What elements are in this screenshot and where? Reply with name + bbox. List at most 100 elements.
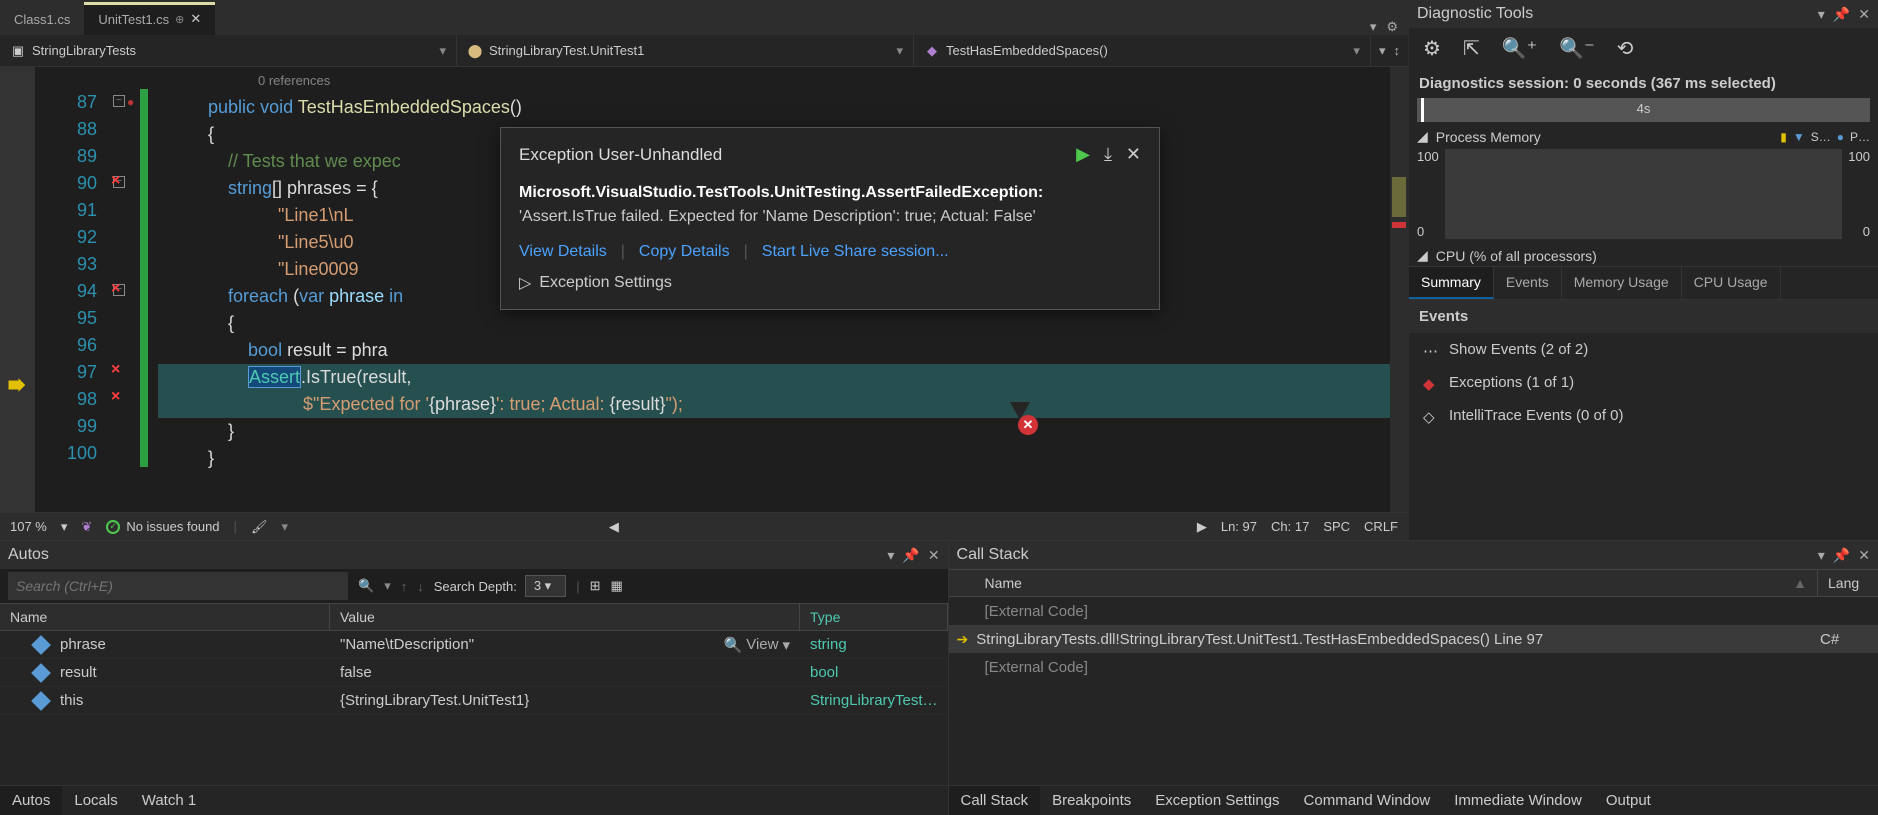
editor-scrollbar[interactable] xyxy=(1390,67,1408,512)
stack-frame-external[interactable]: [External Code] xyxy=(949,653,1878,681)
col-value[interactable]: Value xyxy=(330,604,800,630)
stack-frame-external[interactable]: [External Code] xyxy=(949,597,1878,625)
select-tool-icon[interactable]: ⇱ xyxy=(1463,36,1480,61)
diagnostics-timeline[interactable]: 4s xyxy=(1417,98,1870,122)
current-execution-token: Assert xyxy=(248,366,301,388)
tab-autos[interactable]: Autos xyxy=(0,786,62,815)
close-icon[interactable]: ✕ xyxy=(1126,144,1141,165)
tab-locals[interactable]: Locals xyxy=(62,786,129,815)
close-icon[interactable]: ✕ xyxy=(928,547,940,564)
autos-row[interactable]: this {StringLibraryTest.UnitTest1} Strin… xyxy=(0,687,948,715)
search-depth-select[interactable]: 3 ▾ xyxy=(525,575,566,597)
magnifier-icon[interactable]: 🔍 xyxy=(724,636,743,654)
process-memory-header[interactable]: ◢ Process Memory ▮▼S… ●P… xyxy=(1417,128,1870,145)
live-share-link[interactable]: Start Live Share session... xyxy=(762,243,949,261)
variable-icon xyxy=(31,635,51,655)
cpu-header[interactable]: ◢ CPU (% of all processors) xyxy=(1417,247,1870,264)
gear-icon[interactable]: ⚙ xyxy=(1423,36,1441,61)
tab-output[interactable]: Output xyxy=(1594,786,1663,815)
tab-menu-caret-icon[interactable]: ▾ xyxy=(1370,19,1377,35)
exception-settings-expander[interactable]: ▷ Exception Settings xyxy=(519,273,1141,293)
fold-toggle-icon[interactable]: − xyxy=(113,95,125,107)
intellitrace-icon: ◇ xyxy=(1423,408,1439,424)
tab-gear-icon[interactable]: ⚙ xyxy=(1386,19,1398,35)
tab-watch1[interactable]: Watch 1 xyxy=(130,786,208,815)
zoom-out-icon[interactable]: 🔍⁻ xyxy=(1559,36,1594,61)
nav-up-icon[interactable]: ↑ xyxy=(401,579,408,594)
dropdown-icon[interactable]: ▾ xyxy=(1818,6,1825,23)
events-header: Events xyxy=(1409,300,1878,333)
tab-events[interactable]: Events xyxy=(1494,267,1562,299)
dropdown-icon[interactable]: ▾ xyxy=(1818,547,1825,564)
pin-icon[interactable]: 📌 xyxy=(1833,547,1850,564)
tab-callstack[interactable]: Call Stack xyxy=(949,786,1041,815)
tab-class1[interactable]: Class1.cs xyxy=(0,3,84,35)
col-name[interactable]: Name xyxy=(0,604,330,630)
col-lang[interactable]: Lang xyxy=(1818,570,1878,596)
tab-summary[interactable]: Summary xyxy=(1409,267,1494,299)
tree-icon[interactable]: ⊞ xyxy=(590,578,601,594)
references-count[interactable]: 0 references xyxy=(158,67,1390,94)
fold-gutter[interactable]: − ● − × − × × × xyxy=(105,67,140,512)
close-icon[interactable]: ✕ xyxy=(1858,547,1870,564)
col-type[interactable]: Type xyxy=(800,604,948,630)
pin-icon[interactable]: 📌 xyxy=(1833,6,1850,23)
error-x-icon: × xyxy=(111,361,120,379)
zoom-level[interactable]: 107 % xyxy=(10,519,47,534)
error-badge-icon: ✕ xyxy=(1018,415,1038,435)
pin-icon[interactable]: ⊕ xyxy=(175,13,184,26)
process-memory-chart[interactable]: 100 0 100 0 xyxy=(1445,149,1842,239)
view-details-link[interactable]: View Details xyxy=(519,243,607,261)
health-icon[interactable]: ❦ xyxy=(81,519,92,535)
tab-exception-settings[interactable]: Exception Settings xyxy=(1143,786,1291,815)
split-icon[interactable]: ↕ xyxy=(1393,43,1400,58)
scroll-left-icon[interactable]: ◀ xyxy=(609,519,619,535)
search-icon[interactable]: 🔍 xyxy=(358,578,374,594)
stack-frame-current[interactable]: ➔ StringLibraryTests.dll!StringLibraryTe… xyxy=(949,625,1878,653)
indent-indicator[interactable]: SPC xyxy=(1323,519,1350,534)
diagnostics-header: Diagnostic Tools ▾ 📌 ✕ xyxy=(1409,0,1878,28)
tab-command-window[interactable]: Command Window xyxy=(1292,786,1443,815)
tab-immediate-window[interactable]: Immediate Window xyxy=(1442,786,1594,815)
copy-details-link[interactable]: Copy Details xyxy=(639,243,730,261)
brush-icon[interactable]: 🖌 xyxy=(251,519,268,535)
eol-indicator[interactable]: CRLF xyxy=(1364,519,1398,534)
zoom-in-icon[interactable]: 🔍⁺ xyxy=(1502,36,1537,61)
editor-tab-bar: Class1.cs UnitTest1.cs ⊕ ✕ ▾ ⚙ xyxy=(0,0,1408,35)
editor-status-bar: 107 % ▾ ❦ ✓ No issues found | 🖌 ▾ ◀ ▶ Ln… xyxy=(0,512,1408,540)
close-icon[interactable]: ✕ xyxy=(1858,6,1870,23)
tab-breakpoints[interactable]: Breakpoints xyxy=(1040,786,1143,815)
code-editor[interactable]: 87 88 89 90 91 92 93 94 95 96 97 98 99 1… xyxy=(0,67,1408,512)
nav-project[interactable]: ▣ StringLibraryTests▾ xyxy=(0,35,457,66)
callstack-header: Call Stack ▾ 📌 ✕ xyxy=(949,541,1878,569)
chevron-right-icon: ▷ xyxy=(519,273,531,293)
zoom-caret-icon[interactable]: ▾ xyxy=(61,519,68,535)
issues-indicator[interactable]: ✓ No issues found xyxy=(106,519,219,534)
pin-icon[interactable]: 📌 xyxy=(902,547,919,564)
nav-method[interactable]: ◆ TestHasEmbeddedSpaces()▾ xyxy=(914,35,1371,66)
tab-cpu-usage[interactable]: CPU Usage xyxy=(1682,267,1781,299)
scroll-right-icon[interactable]: ▶ xyxy=(1197,519,1207,535)
event-exceptions[interactable]: ◆ Exceptions (1 of 1) xyxy=(1409,366,1878,399)
tab-memory-usage[interactable]: Memory Usage xyxy=(1562,267,1682,299)
autos-row[interactable]: phrase "Name\tDescription"🔍View ▾ string xyxy=(0,631,948,659)
line-numbers: 87 88 89 90 91 92 93 94 95 96 97 98 99 1… xyxy=(35,67,105,512)
char-indicator[interactable]: Ch: 17 xyxy=(1271,519,1309,534)
event-show-events[interactable]: ⋯ Show Events (2 of 2) xyxy=(1409,333,1878,366)
tab-unittest1[interactable]: UnitTest1.cs ⊕ ✕ xyxy=(84,2,215,35)
reset-zoom-icon[interactable]: ⟲ xyxy=(1617,36,1634,61)
close-icon[interactable]: ✕ xyxy=(190,11,201,27)
nav-down-icon[interactable]: ↓ xyxy=(417,579,424,594)
col-name[interactable]: Name ▲ xyxy=(949,570,1818,596)
nav-caret-icon[interactable]: ▾ xyxy=(1379,43,1386,59)
callstack-panel-tabs: Call Stack Breakpoints Exception Setting… xyxy=(949,785,1878,815)
dropdown-icon[interactable]: ▾ xyxy=(887,547,894,564)
autos-row[interactable]: result false bool xyxy=(0,659,948,687)
continue-icon[interactable]: ▶ xyxy=(1076,144,1090,165)
event-intellitrace[interactable]: ◇ IntelliTrace Events (0 of 0) xyxy=(1409,399,1878,432)
grid-icon[interactable]: ▦ xyxy=(611,578,623,594)
autos-search-input[interactable] xyxy=(8,572,348,600)
line-indicator[interactable]: Ln: 97 xyxy=(1221,519,1257,534)
nav-class[interactable]: ⬤ StringLibraryTest.UnitTest1▾ xyxy=(457,35,914,66)
pin-icon[interactable]: ⤓ xyxy=(1104,144,1112,165)
